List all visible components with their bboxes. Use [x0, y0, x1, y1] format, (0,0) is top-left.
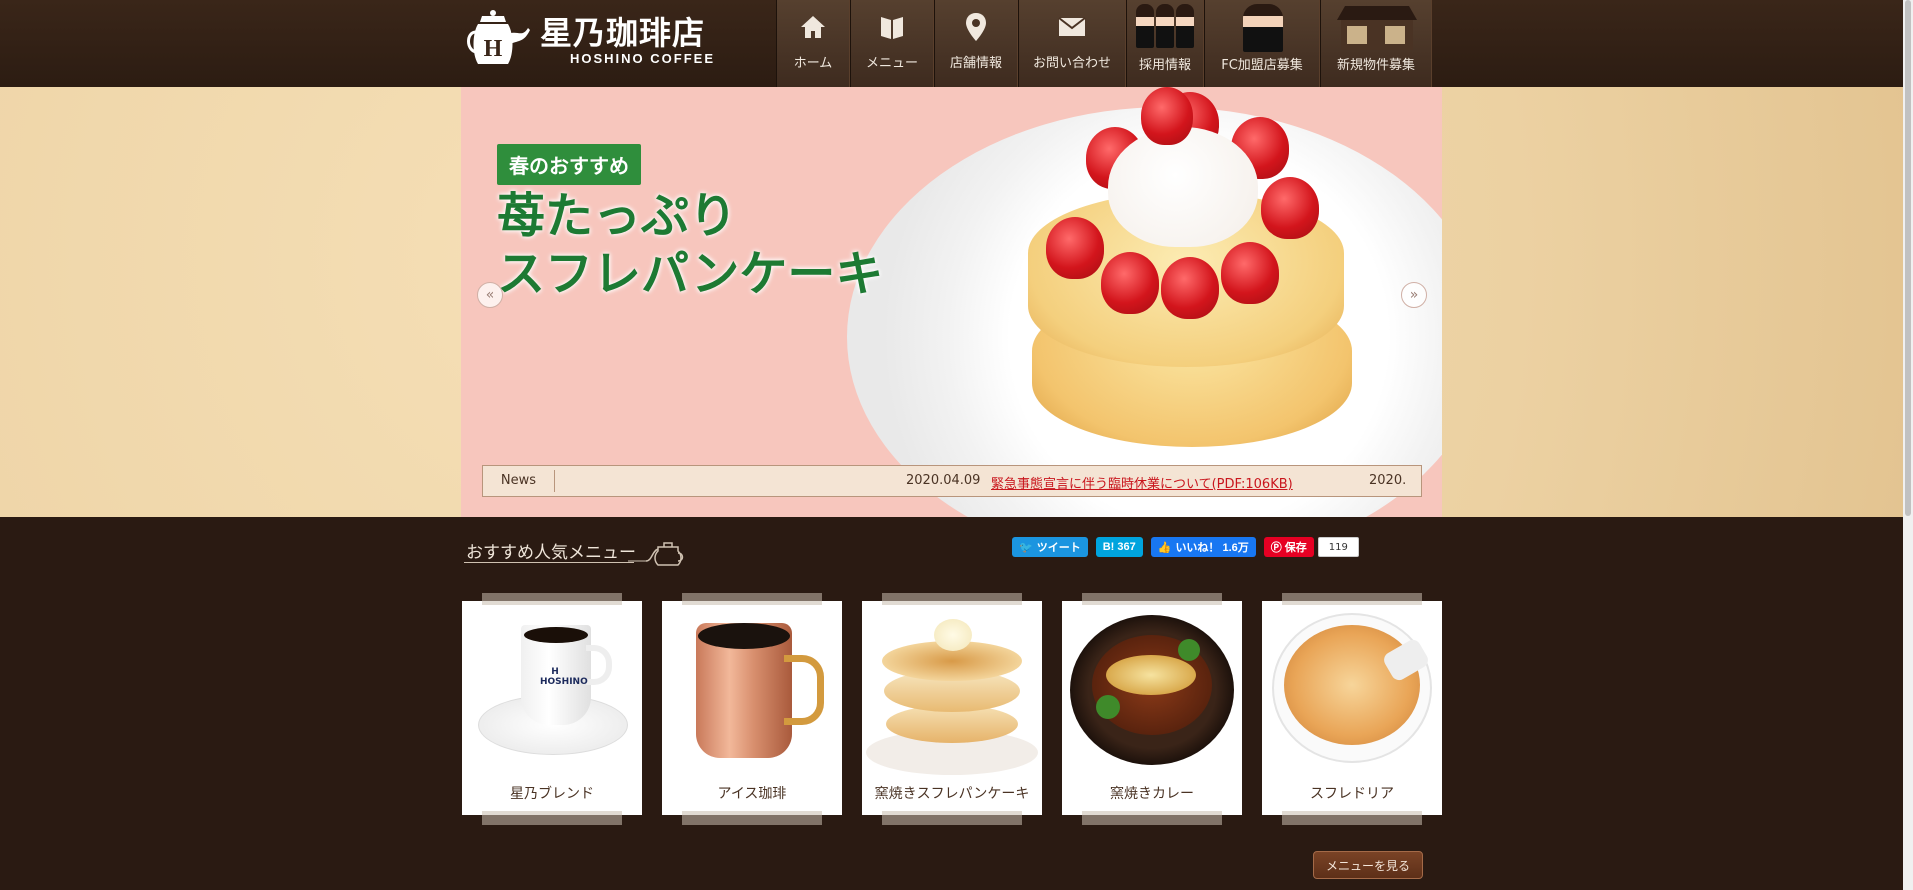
owner-photo — [1243, 4, 1283, 52]
nav-franchise[interactable]: FC加盟店募集 — [1204, 0, 1320, 87]
coffee-pot-logo-icon: H — [462, 6, 532, 74]
mail-icon — [1058, 12, 1086, 42]
coffee-pot-icon — [628, 535, 688, 571]
nav-property[interactable]: 新規物件募集 — [1320, 0, 1432, 87]
home-icon — [799, 12, 827, 42]
news-link[interactable]: 緊急事態宣言に伴う臨時休業について(PDF:106KB) — [991, 473, 1293, 492]
pinterest-save-button[interactable]: Ⓟ 保存 — [1263, 537, 1314, 557]
souffle-pancake-image — [866, 605, 1038, 775]
like-label: いいね！ 1.6万 — [1175, 542, 1249, 554]
book-icon — [878, 12, 906, 42]
copper-mug-image — [666, 605, 838, 775]
menu-card-curry[interactable]: 窯焼きカレー — [1062, 593, 1242, 825]
menu-card-souffle-pancake[interactable]: 窯焼きスフレパンケーキ — [862, 593, 1042, 825]
menu-card-blend[interactable]: H HOSHINO 星乃ブレンド — [462, 593, 642, 825]
view-menu-button[interactable]: メニューを見る — [1313, 851, 1423, 879]
nav-label: ホーム — [793, 56, 833, 71]
hero-title-line1: 苺たっぷり — [497, 188, 738, 244]
nav-home[interactable]: ホーム — [776, 0, 850, 87]
nav-label: お問い合わせ — [1032, 56, 1111, 71]
menu-card-iced-coffee[interactable]: アイス珈琲 — [662, 593, 842, 825]
site-header: H 星乃珈琲店 HOSHINO COFFEE ホーム メニュー 店舗情報 お問い… — [0, 0, 1903, 87]
logo-english-text: HOSHINO COFFEE — [570, 50, 716, 66]
thumbs-up-icon: 👍 — [1157, 541, 1172, 554]
recommend-menu-list: H HOSHINO 星乃ブレンド アイス珈琲 窯焼きスフレパンケーキ 窯焼きカレー — [462, 593, 1442, 825]
hatena-bookmark-button[interactable]: B! 367 — [1095, 537, 1143, 557]
section-title: おすすめ人気メニュー — [466, 543, 636, 563]
hero-title: 苺たっぷり スフレパンケーキ — [497, 187, 883, 303]
menu-card-label: 窯焼きスフレパンケーキ — [874, 786, 1030, 802]
nav-recruit[interactable]: 採用情報 — [1126, 0, 1204, 87]
staff-photo — [1133, 4, 1197, 50]
menu-card-label: 星乃ブレンド — [510, 786, 594, 802]
news-date: 2020.04.09 — [906, 473, 981, 488]
svg-text:H: H — [484, 36, 503, 62]
nav-label: メニュー — [865, 56, 918, 71]
social-buttons: 🐦 ツイート B! 367 👍 いいね！ 1.6万 Ⓟ 保存 119 — [1012, 537, 1359, 557]
section-underline — [464, 562, 634, 563]
news-date-next: 2020. — [1369, 473, 1407, 488]
news-ticker-bar: News 2020.04.09 緊急事態宣言に伴う臨時休業について(PDF:10… — [482, 465, 1422, 497]
strawberry-image — [1261, 177, 1319, 239]
strawberry-image — [1046, 217, 1104, 279]
map-pin-icon — [962, 12, 990, 42]
facebook-like-button[interactable]: 👍 いいね！ 1.6万 — [1150, 537, 1256, 557]
nav-label: 採用情報 — [1138, 58, 1191, 73]
news-ticker: 2020.04.09 緊急事態宣言に伴う臨時休業について(PDF:106KB) … — [555, 465, 1421, 497]
news-label: News — [483, 470, 555, 492]
whipped-cream-image — [1108, 127, 1258, 247]
main-nav: ホーム メニュー 店舗情報 お問い合わせ 採用情報 FC加盟店募集 新規物件募集 — [776, 0, 1432, 87]
menu-card-label: 窯焼きカレー — [1110, 786, 1194, 802]
menu-card-souffle-doria[interactable]: スフレドリア — [1262, 593, 1442, 825]
strawberry-image — [1221, 242, 1279, 304]
strawberry-image — [1101, 252, 1159, 314]
next-slide-button[interactable]: » — [1401, 282, 1427, 308]
store-photo — [1337, 6, 1417, 50]
menu-card-label: スフレドリア — [1310, 786, 1394, 802]
nav-menu[interactable]: メニュー — [850, 0, 934, 87]
pin-label: 保存 — [1284, 542, 1307, 554]
prev-slide-button[interactable]: « — [477, 282, 503, 308]
nav-label: 店舗情報 — [949, 56, 1002, 71]
site-logo[interactable]: H 星乃珈琲店 HOSHINO COFFEE — [462, 6, 742, 74]
baked-curry-image — [1066, 605, 1238, 775]
scrollbar-thumb[interactable] — [1905, 0, 1911, 516]
souffle-doria-image — [1266, 605, 1438, 775]
coffee-cup-image: H HOSHINO — [466, 605, 638, 775]
pinterest-icon: Ⓟ — [1270, 542, 1282, 554]
logo-japanese-text: 星乃珈琲店 — [540, 13, 706, 52]
menu-card-label: アイス珈琲 — [717, 786, 787, 802]
strawberry-image — [1141, 87, 1193, 145]
strawberry-image — [1161, 257, 1219, 319]
pin-count: 119 — [1317, 537, 1359, 557]
nav-stores[interactable]: 店舗情報 — [934, 0, 1018, 87]
tweet-label: ツイート — [1036, 542, 1081, 554]
nav-contact[interactable]: お問い合わせ — [1018, 0, 1126, 87]
nav-label: FC加盟店募集 — [1221, 58, 1303, 73]
nav-label: 新規物件募集 — [1336, 58, 1415, 73]
hero-title-line2: スフレパンケーキ — [497, 246, 884, 302]
tweet-button[interactable]: 🐦 ツイート — [1012, 537, 1088, 557]
twitter-bird-icon: 🐦 — [1019, 541, 1033, 554]
seasonal-tag: 春のおすすめ — [497, 144, 641, 185]
hero-slider[interactable]: 春のおすすめ 苺たっぷり スフレパンケーキ « » News 2020.04.0… — [461, 87, 1442, 517]
